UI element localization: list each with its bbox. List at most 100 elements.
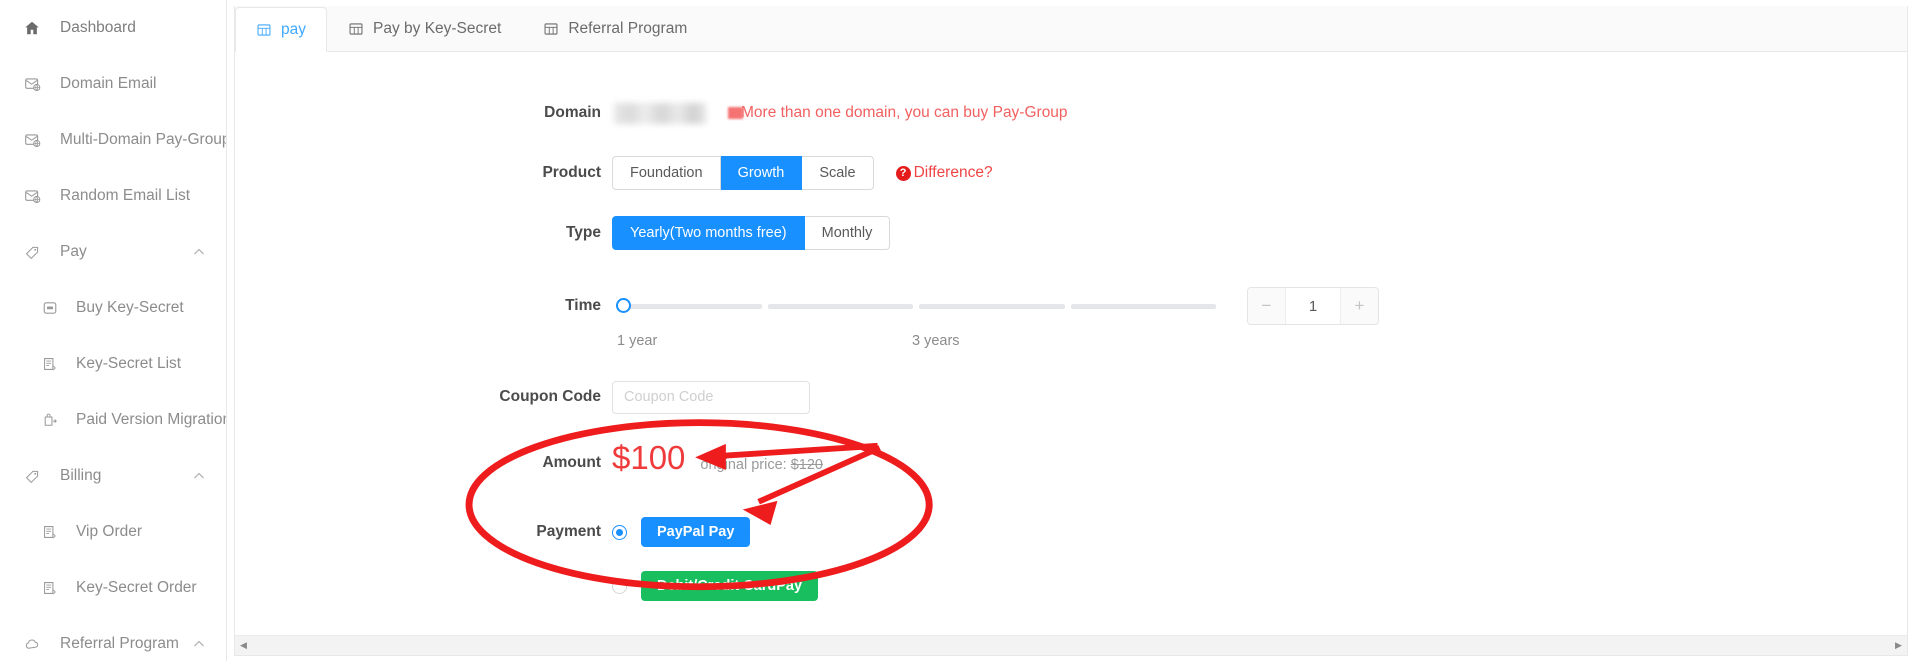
payment-radio-card[interactable]	[612, 578, 627, 594]
difference-link[interactable]: ? Difference?	[895, 164, 993, 182]
slider-segment	[1070, 304, 1216, 309]
type-option-group: Yearly(Two months free) Monthly	[612, 216, 891, 250]
migrate-icon	[40, 410, 60, 430]
domain-label: Domain	[544, 104, 601, 121]
slider-segment	[919, 304, 1065, 309]
form-row-coupon: Coupon Code	[235, 377, 1907, 417]
chevron-up-icon[interactable]	[186, 638, 212, 650]
slider-segment	[767, 304, 913, 309]
sidebar-item-random-email-list[interactable]: Random Email List	[0, 168, 226, 224]
sidebar-item-label: Multi-Domain Pay-Group	[60, 131, 227, 148]
flag-icon	[728, 107, 743, 119]
slider-track	[616, 304, 1216, 309]
sidebar-item-label: Paid Version Migration	[76, 411, 227, 428]
app-root: Dashboard Domain Email Multi-Domain Pay-…	[0, 0, 1914, 661]
time-field: − +	[612, 287, 1379, 325]
sidebar-item-label: Domain Email	[60, 75, 157, 92]
product-option-group: Foundation Growth Scale	[612, 156, 874, 190]
sidebar-item-referral-program[interactable]: Referral Program	[0, 616, 226, 661]
original-price-block: original price: $120	[700, 457, 823, 473]
pay-panel: pay Pay by Key-Secret Referral Program D…	[234, 6, 1908, 656]
domain-field[interactable]: More than one domain, you can buy Pay-Gr…	[612, 102, 1068, 124]
inbox-icon	[40, 298, 60, 318]
form-row-domain: Domain More than one domain, you can buy…	[235, 96, 1907, 130]
debit-credit-cardpay-button[interactable]: Debit/Credit CardPay	[641, 571, 819, 601]
sidebar-item-dashboard[interactable]: Dashboard	[0, 0, 226, 56]
amount-price: $100	[612, 439, 686, 476]
pay-form: Domain More than one domain, you can buy…	[235, 52, 1907, 635]
cloud-icon	[22, 634, 42, 654]
amount-label: Amount	[542, 454, 601, 471]
tick-max: 3 years	[912, 333, 960, 349]
sidebar-item-vip-order[interactable]: Vip Order	[0, 504, 226, 560]
sidebar-item-label: Referral Program	[60, 635, 179, 652]
original-price-label: original price:	[700, 457, 787, 473]
coupon-label: Coupon Code	[499, 388, 601, 405]
sidebar-item-multi-domain-pay-group[interactable]: Multi-Domain Pay-Group	[0, 112, 226, 168]
list-icon	[40, 578, 60, 598]
sidebar-item-key-secret-list[interactable]: Key-Secret List	[0, 336, 226, 392]
mail-globe-icon	[22, 74, 42, 94]
tab-label: pay	[281, 20, 306, 38]
table-icon	[348, 21, 364, 37]
quantity-increment-button[interactable]: +	[1340, 288, 1378, 324]
difference-link-label: Difference?	[913, 164, 993, 181]
tab-pay[interactable]: pay	[235, 7, 327, 52]
sidebar: Dashboard Domain Email Multi-Domain Pay-…	[0, 0, 227, 661]
form-row-amount: Amount $100 original price: $120	[235, 441, 1907, 485]
list-icon	[40, 522, 60, 542]
sidebar-item-domain-email[interactable]: Domain Email	[0, 56, 226, 112]
scroll-left-arrow-icon[interactable]: ◀	[235, 637, 252, 655]
domain-warning: More than one domain, you can buy Pay-Gr…	[728, 104, 1068, 122]
type-option-yearly[interactable]: Yearly(Two months free)	[612, 216, 805, 250]
home-icon	[22, 18, 42, 38]
table-icon	[256, 22, 272, 38]
form-row-product: Product Foundation Growth Scale ? Differ…	[235, 155, 1907, 191]
type-field: Yearly(Two months free) Monthly	[612, 216, 891, 250]
coupon-input[interactable]	[612, 380, 810, 414]
time-slider-ticks: 1 year 3 years	[612, 333, 1232, 353]
tab-label: Pay by Key-Secret	[373, 20, 502, 37]
product-option-scale[interactable]: Scale	[802, 156, 874, 190]
payment-field-paypal: PayPal Pay	[612, 517, 751, 547]
product-option-growth[interactable]: Growth	[720, 156, 803, 190]
sidebar-item-key-secret-order[interactable]: Key-Secret Order	[0, 560, 226, 616]
form-row-payment-card: Debit/Credit CardPay	[235, 567, 1907, 605]
domain-value-redacted	[614, 102, 706, 124]
sidebar-item-pay[interactable]: Pay	[0, 224, 226, 280]
slider-handle[interactable]	[616, 298, 631, 313]
quantity-stepper: − +	[1247, 287, 1379, 325]
quantity-input[interactable]	[1286, 288, 1340, 324]
time-slider[interactable]	[616, 295, 1216, 317]
list-icon	[40, 354, 60, 374]
scrollbar-track[interactable]	[252, 636, 1890, 655]
chevron-up-icon[interactable]	[186, 470, 212, 482]
chevron-up-icon[interactable]	[186, 246, 212, 258]
time-label: Time	[565, 297, 601, 314]
quantity-decrement-button[interactable]: −	[1248, 288, 1286, 324]
form-row-type: Type Yearly(Two months free) Monthly	[235, 215, 1907, 251]
type-option-monthly[interactable]: Monthly	[804, 216, 891, 250]
sidebar-item-paid-version-migration[interactable]: Paid Version Migration	[0, 392, 226, 448]
scroll-right-arrow-icon[interactable]: ▶	[1890, 637, 1907, 655]
payment-radio-paypal[interactable]	[612, 524, 627, 540]
original-price-value: $120	[790, 457, 823, 473]
main-content: pay Pay by Key-Secret Referral Program D…	[227, 0, 1914, 661]
tab-pay-by-key-secret[interactable]: Pay by Key-Secret	[327, 6, 522, 51]
sidebar-item-label: Key-Secret Order	[76, 579, 197, 596]
product-label: Product	[542, 164, 601, 181]
sidebar-item-label: Dashboard	[60, 19, 136, 36]
table-icon	[543, 21, 559, 37]
question-mark-icon: ?	[895, 165, 911, 181]
product-option-foundation[interactable]: Foundation	[612, 156, 721, 190]
tab-referral-program[interactable]: Referral Program	[522, 6, 708, 51]
sidebar-item-billing[interactable]: Billing	[0, 448, 226, 504]
amount-field: $100 original price: $120	[612, 441, 823, 474]
horizontal-scrollbar[interactable]: ◀ ▶	[235, 635, 1907, 655]
tag-icon	[22, 466, 42, 486]
sidebar-item-label: Pay	[60, 243, 87, 260]
sidebar-item-buy-key-secret[interactable]: Buy Key-Secret	[0, 280, 226, 336]
paypal-pay-button[interactable]: PayPal Pay	[641, 517, 751, 547]
domain-warning-text: More than one domain, you can buy Pay-Gr…	[741, 104, 1068, 121]
form-row-time: Time − 1 +	[235, 287, 1907, 325]
